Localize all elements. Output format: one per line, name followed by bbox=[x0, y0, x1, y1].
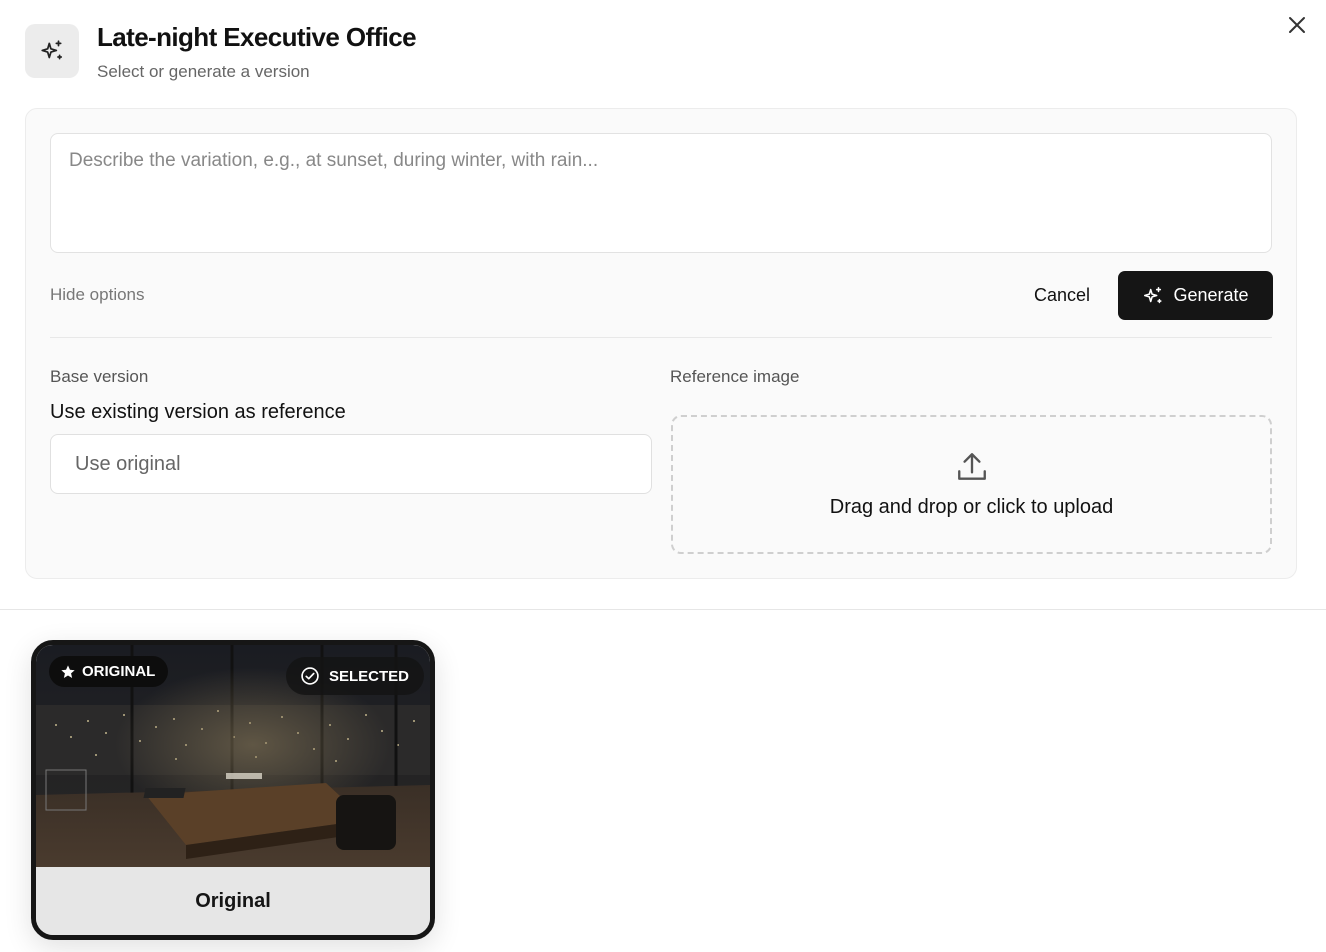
selected-badge: SELECTED bbox=[286, 657, 425, 695]
version-card-original[interactable]: ORIGINAL SELECTED Original bbox=[31, 640, 435, 940]
close-icon bbox=[1289, 17, 1305, 33]
sparkles-icon bbox=[1144, 286, 1163, 303]
base-version-heading: Use existing version as reference bbox=[50, 401, 346, 423]
dialog-subtitle: Select or generate a version bbox=[97, 62, 310, 81]
version-name: Original bbox=[36, 867, 430, 935]
panel-divider bbox=[50, 337, 1272, 338]
reference-image-label: Reference image bbox=[670, 367, 800, 386]
variation-prompt-input[interactable] bbox=[50, 133, 1272, 253]
base-version-selected-value: Use original bbox=[75, 452, 181, 475]
close-button[interactable] bbox=[1284, 12, 1310, 38]
reference-image-dropzone[interactable]: Drag and drop or click to upload bbox=[671, 415, 1272, 554]
original-badge: ORIGINAL bbox=[49, 656, 169, 687]
dialog-title: Late-night Executive Office bbox=[97, 22, 417, 52]
star-icon bbox=[61, 664, 75, 678]
generate-version-dialog: Late-night Executive Office Select or ge… bbox=[0, 0, 1326, 952]
upload-instructions: Drag and drop or click to upload bbox=[829, 496, 1114, 518]
section-divider bbox=[0, 609, 1326, 610]
generate-button[interactable]: Generate bbox=[1118, 271, 1273, 320]
base-version-select[interactable]: Use original bbox=[50, 434, 652, 494]
sparkles-icon bbox=[25, 24, 79, 78]
generate-button-label: Generate bbox=[1173, 285, 1249, 305]
upload-icon bbox=[957, 453, 986, 480]
original-badge-label: ORIGINAL bbox=[82, 663, 156, 680]
base-version-label: Base version bbox=[50, 367, 149, 386]
generation-panel: Hide options Cancel Generate Base versio… bbox=[25, 108, 1297, 579]
selected-badge-label: SELECTED bbox=[329, 667, 410, 685]
hide-options-link[interactable]: Hide options bbox=[50, 285, 145, 305]
check-circle-icon bbox=[301, 667, 319, 685]
cancel-button[interactable]: Cancel bbox=[1016, 271, 1108, 319]
